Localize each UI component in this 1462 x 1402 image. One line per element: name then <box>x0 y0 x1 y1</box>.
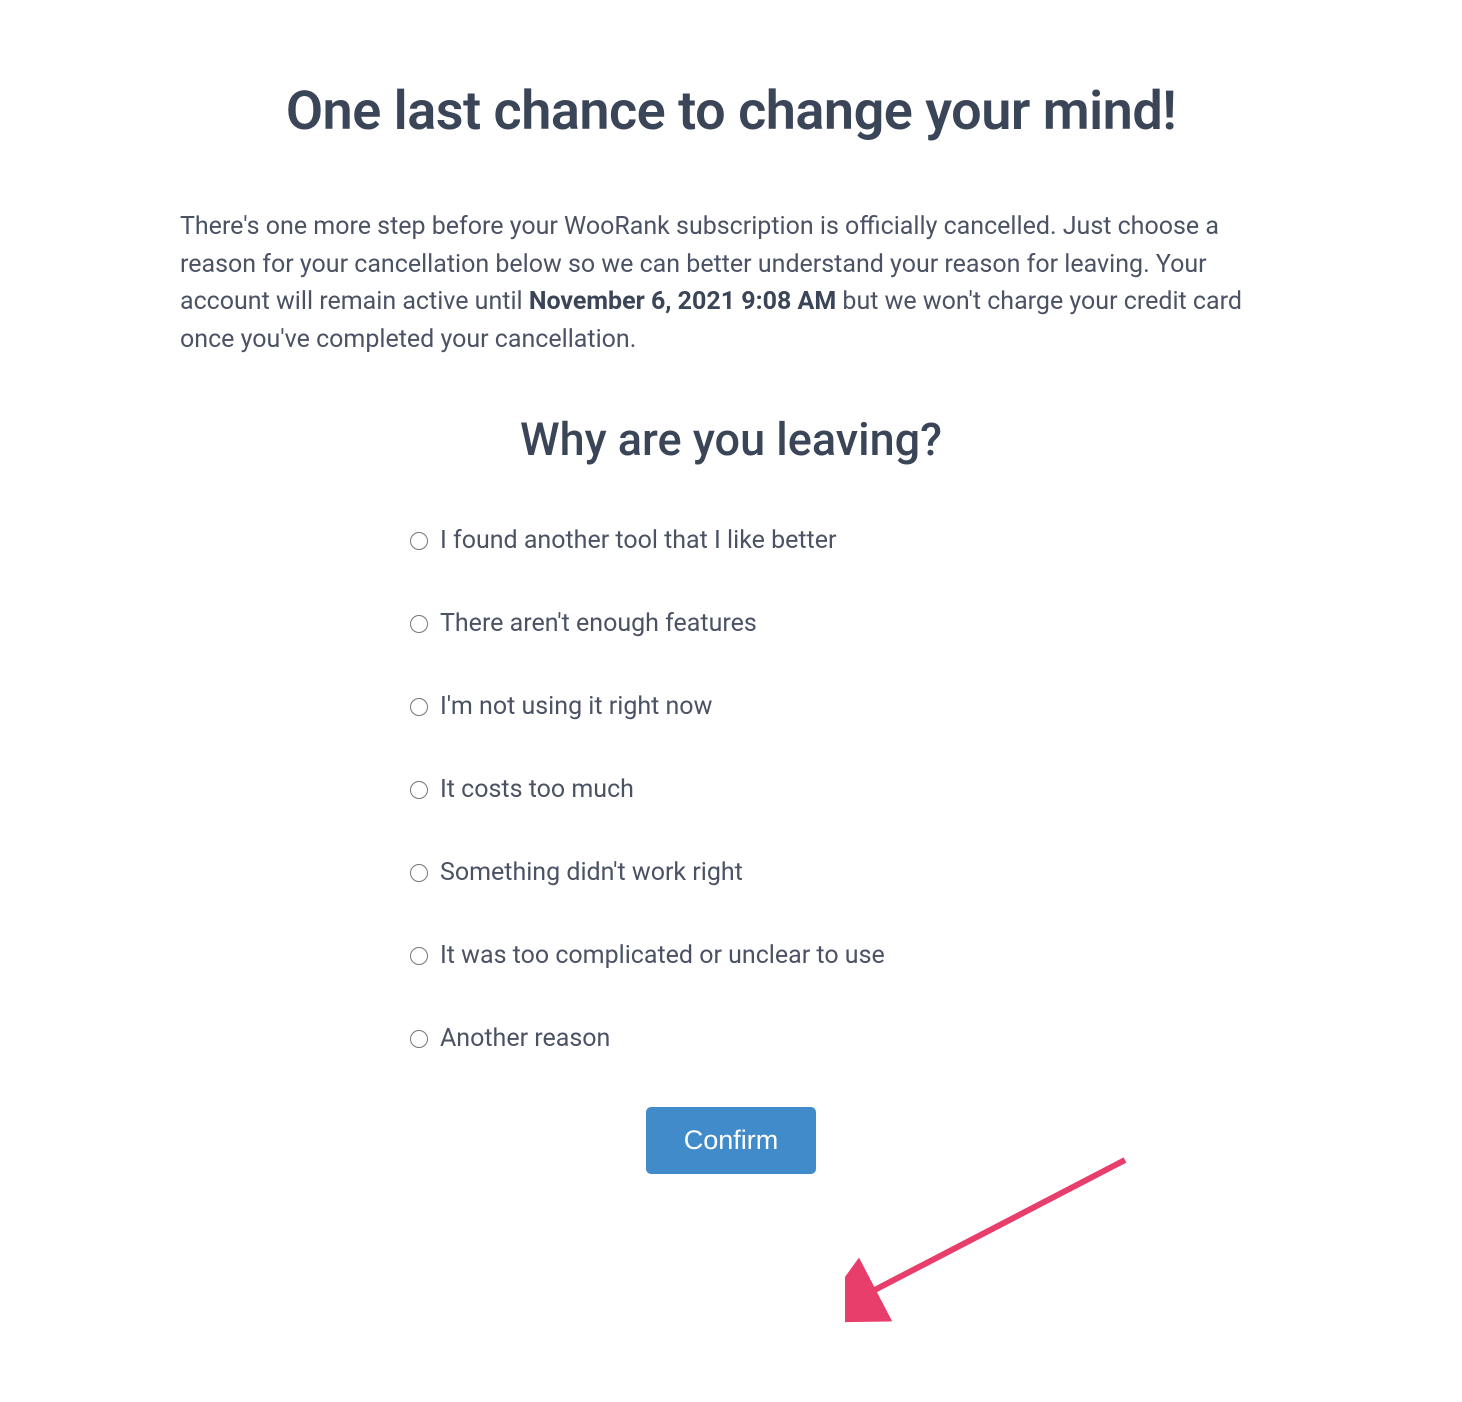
reason-label[interactable]: It costs too much <box>440 775 634 804</box>
reason-row: Another reason <box>410 1024 1282 1053</box>
reason-label[interactable]: It was too complicated or unclear to use <box>440 941 885 970</box>
reason-row: I found another tool that I like better <box>410 526 1282 555</box>
reason-radio-too-complicated[interactable] <box>410 947 428 965</box>
reason-radio-costs-too-much[interactable] <box>410 781 428 799</box>
reason-radio-not-using[interactable] <box>410 698 428 716</box>
confirm-button[interactable]: Confirm <box>646 1107 817 1174</box>
reason-row: I'm not using it right now <box>410 692 1282 721</box>
reason-radio-didnt-work[interactable] <box>410 864 428 882</box>
reason-radio-found-another[interactable] <box>410 532 428 550</box>
reason-label[interactable]: I found another tool that I like better <box>440 526 836 555</box>
active-until-date: November 6, 2021 9:08 AM <box>529 287 836 316</box>
reason-radio-another[interactable] <box>410 1030 428 1048</box>
reason-radio-not-enough-features[interactable] <box>410 615 428 633</box>
reason-label[interactable]: I'm not using it right now <box>440 692 712 721</box>
reason-label[interactable]: Something didn't work right <box>440 858 743 887</box>
reasons-list: I found another tool that I like better … <box>180 526 1282 1053</box>
reason-row: It was too complicated or unclear to use <box>410 941 1282 970</box>
reason-row: Something didn't work right <box>410 858 1282 887</box>
reason-label[interactable]: Another reason <box>440 1024 610 1053</box>
reason-row: There aren't enough features <box>410 609 1282 638</box>
reason-row: It costs too much <box>410 775 1282 804</box>
description-text: There's one more step before your WooRan… <box>180 208 1282 358</box>
reason-label[interactable]: There aren't enough features <box>440 609 757 638</box>
page-title: One last chance to change your mind! <box>180 80 1282 143</box>
question-title: Why are you leaving? <box>180 413 1282 466</box>
